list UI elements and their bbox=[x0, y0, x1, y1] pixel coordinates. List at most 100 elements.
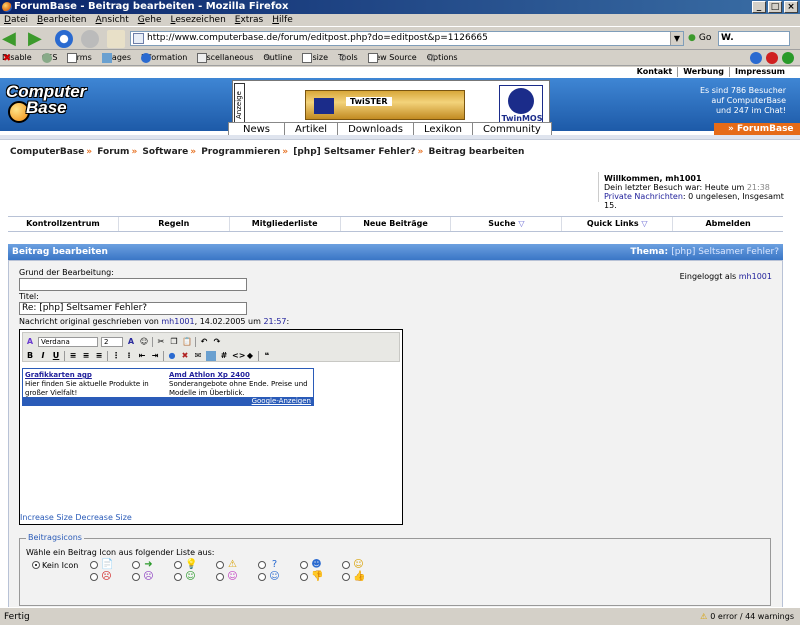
icon-radio[interactable] bbox=[174, 561, 182, 569]
close-button[interactable]: × bbox=[784, 1, 798, 13]
options-menu[interactable]: ⚙ Options bbox=[427, 53, 458, 64]
error-status-icon[interactable] bbox=[766, 51, 778, 64]
nav-quick-links[interactable]: Quick Links ▽ bbox=[561, 217, 672, 231]
reason-field[interactable] bbox=[19, 278, 247, 291]
error-warning-count[interactable]: 0 error / 44 warnings bbox=[700, 608, 794, 625]
remove-format-icon[interactable]: A bbox=[25, 337, 35, 347]
nav-mitgliederliste[interactable]: Mitgliederliste bbox=[228, 217, 340, 231]
icon-radio[interactable] bbox=[258, 561, 266, 569]
stop-button[interactable] bbox=[80, 29, 102, 49]
indent-icon[interactable]: ⇥ bbox=[150, 351, 160, 361]
url-field[interactable]: http://www.computerbase.de/forum/editpos… bbox=[130, 31, 684, 46]
icon-radio[interactable] bbox=[258, 573, 266, 581]
font-color-icon[interactable]: A bbox=[126, 337, 136, 347]
go-button[interactable]: Go bbox=[688, 31, 711, 46]
tab-community[interactable]: Community bbox=[471, 122, 552, 135]
home-button[interactable] bbox=[106, 29, 128, 49]
nav-abmelden[interactable]: Abmelden bbox=[672, 217, 783, 231]
link-kontakt[interactable]: Kontakt bbox=[632, 67, 678, 77]
tools-menu[interactable]: ⚙ Tools bbox=[338, 53, 358, 64]
images-menu[interactable]: Images bbox=[101, 52, 131, 63]
view-source-button[interactable]: View Source bbox=[367, 52, 417, 63]
tab-downloads[interactable]: Downloads bbox=[337, 122, 414, 135]
underline-icon[interactable]: U bbox=[51, 351, 61, 361]
disable-menu[interactable]: ✖ Disable bbox=[2, 53, 32, 64]
menu-gehe[interactable]: Gehe bbox=[138, 14, 162, 26]
resize-menu[interactable]: Resize bbox=[302, 52, 328, 63]
minimize-button[interactable]: _ bbox=[752, 1, 766, 13]
ad-link[interactable]: Amd Athlon Xp 2400 bbox=[169, 371, 250, 379]
icon-radio-none[interactable] bbox=[32, 561, 40, 569]
italic-icon[interactable]: I bbox=[38, 351, 48, 361]
miscellaneous-menu[interactable]: Miscellaneous bbox=[197, 52, 253, 63]
title-field[interactable]: Re: [php] Seltsamer Fehler? bbox=[19, 302, 247, 315]
image-icon[interactable] bbox=[206, 350, 216, 361]
smilies-icon[interactable]: ☺ bbox=[139, 337, 149, 347]
menu-hilfe[interactable]: Hilfe bbox=[272, 14, 293, 26]
icon-radio[interactable] bbox=[132, 573, 140, 581]
banner-ad[interactable]: Anzeige TwiSTER TwinMOS bbox=[232, 80, 550, 128]
icon-radio[interactable] bbox=[300, 561, 308, 569]
nav-suche[interactable]: Suche ▽ bbox=[450, 217, 561, 231]
maximize-button[interactable]: □ bbox=[768, 1, 782, 13]
link-werbung[interactable]: Werbung bbox=[677, 67, 729, 77]
bold-icon[interactable]: B bbox=[25, 351, 35, 361]
icon-radio[interactable] bbox=[174, 573, 182, 581]
menu-datei[interactable]: Datei bbox=[4, 14, 28, 26]
logged-in-user-link[interactable]: mh1001 bbox=[739, 272, 772, 281]
undo-icon[interactable]: ↶ bbox=[199, 337, 209, 347]
icon-radio[interactable] bbox=[216, 561, 224, 569]
icon-radio[interactable] bbox=[90, 573, 98, 581]
icon-radio[interactable] bbox=[90, 561, 98, 569]
font-select[interactable]: Verdana bbox=[38, 336, 98, 347]
increase-size-link[interactable]: Increase Size bbox=[20, 513, 73, 522]
tab-news[interactable]: News bbox=[228, 122, 286, 135]
link-icon[interactable]: ● bbox=[167, 351, 177, 361]
icon-radio[interactable] bbox=[342, 573, 350, 581]
icon-radio[interactable] bbox=[132, 561, 140, 569]
redo-icon[interactable]: ↷ bbox=[212, 337, 222, 347]
css-menu[interactable]: CSS bbox=[41, 52, 57, 63]
google-ads-footer[interactable]: Google-Anzeigen bbox=[23, 397, 313, 405]
url-dropdown-button[interactable]: ▼ bbox=[670, 32, 683, 45]
menu-ansicht[interactable]: Ansicht bbox=[96, 14, 129, 26]
paste-icon[interactable]: 📋 bbox=[182, 337, 192, 347]
copy-icon[interactable]: ❐ bbox=[169, 337, 179, 347]
reload-button[interactable] bbox=[54, 29, 76, 49]
menu-lesezeichen[interactable]: Lesezeichen bbox=[171, 14, 226, 26]
align-center-icon[interactable]: ≡ bbox=[81, 351, 91, 361]
original-author-link[interactable]: mh1001 bbox=[161, 317, 194, 326]
unordered-list-icon[interactable]: ⁝ bbox=[124, 351, 134, 361]
size-select[interactable]: 2 bbox=[101, 336, 123, 347]
ok-status-icon[interactable] bbox=[782, 51, 794, 64]
ad-link[interactable]: Grafikkarten agp bbox=[25, 371, 92, 379]
tab-lexikon[interactable]: Lexikon bbox=[412, 122, 473, 135]
crumb-programmieren[interactable]: Programmieren bbox=[201, 147, 280, 157]
tab-artikel[interactable]: Artikel bbox=[284, 122, 339, 135]
php-code-icon[interactable]: ◆ bbox=[245, 351, 255, 361]
link-impressum[interactable]: Impressum bbox=[729, 67, 790, 77]
outdent-icon[interactable]: ⇤ bbox=[137, 351, 147, 361]
align-left-icon[interactable]: ≡ bbox=[68, 351, 78, 361]
nav-kontrollzentrum[interactable]: Kontrollzentrum bbox=[8, 217, 118, 231]
icon-radio[interactable] bbox=[216, 573, 224, 581]
crumb-computerbase[interactable]: ComputerBase bbox=[10, 147, 84, 157]
crumb-software[interactable]: Software bbox=[142, 147, 188, 157]
icon-radio[interactable] bbox=[300, 573, 308, 581]
crumb-forum[interactable]: Forum bbox=[97, 147, 129, 157]
tab-forumbase[interactable]: » ForumBase bbox=[714, 123, 800, 135]
back-button[interactable]: ◀ bbox=[2, 28, 24, 49]
ordered-list-icon[interactable]: ⋮ bbox=[111, 351, 121, 361]
code-hash-icon[interactable]: # bbox=[219, 351, 229, 361]
icon-radio[interactable] bbox=[342, 561, 350, 569]
search-field[interactable]: W. bbox=[718, 31, 790, 46]
computerbase-logo[interactable]: Computer Base bbox=[6, 82, 90, 126]
cut-icon[interactable]: ✂ bbox=[156, 337, 166, 347]
unlink-icon[interactable]: ✖ bbox=[180, 351, 190, 361]
nav-regeln[interactable]: Regeln bbox=[117, 217, 229, 231]
menu-bearbeiten[interactable]: Bearbeiten bbox=[37, 14, 86, 26]
pm-link[interactable]: Private Nachrichten bbox=[604, 192, 683, 201]
forms-menu[interactable]: Forms bbox=[67, 52, 92, 63]
quote-icon[interactable]: ❝ bbox=[262, 351, 272, 361]
menu-extras[interactable]: Extras bbox=[235, 14, 263, 26]
